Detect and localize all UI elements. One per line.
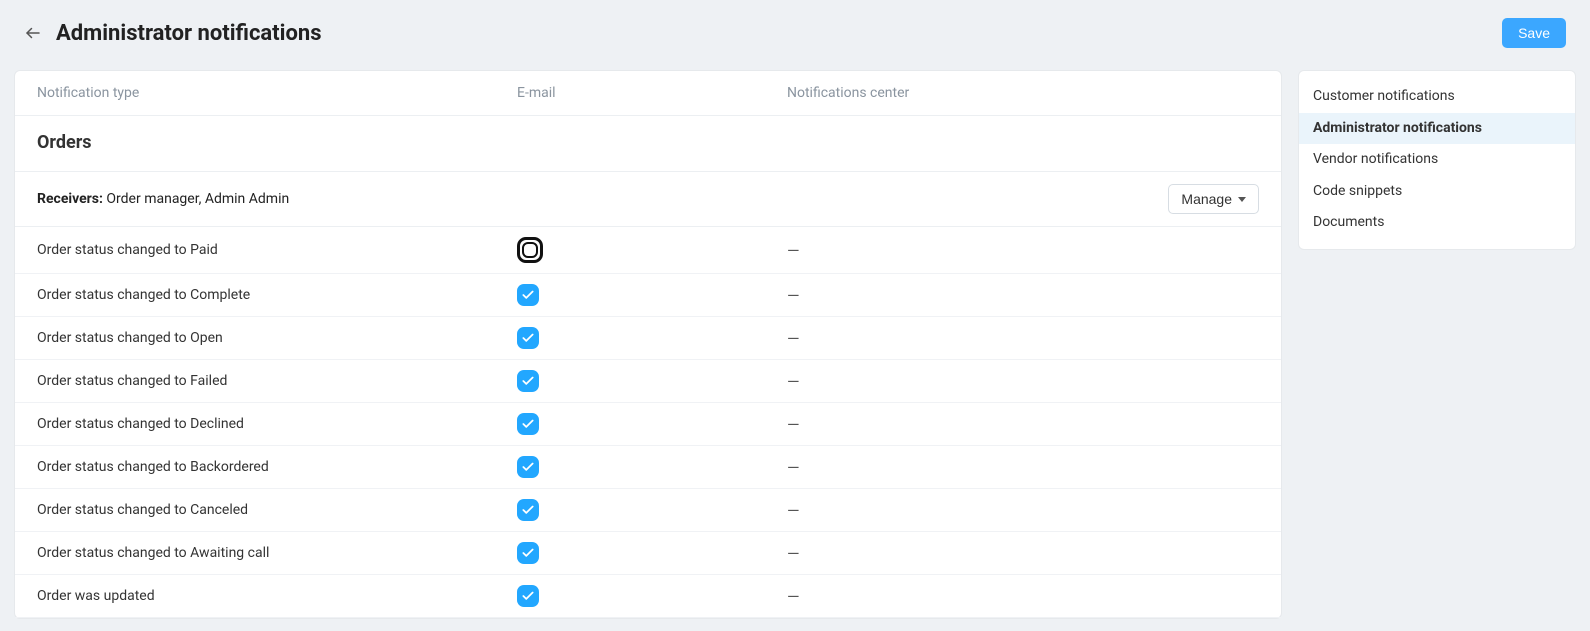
notifications-center-cell: — [787, 415, 1259, 434]
notification-label: Order was updated [37, 588, 517, 604]
email-cell [517, 370, 787, 392]
notification-label: Order status changed to Backordered [37, 459, 517, 475]
email-cell [517, 456, 787, 478]
email-checkbox-focused[interactable] [517, 237, 543, 263]
email-cell [517, 542, 787, 564]
email-cell [517, 499, 787, 521]
email-checkbox-checked[interactable] [517, 413, 539, 435]
sidebar-item[interactable]: Vendor notifications [1299, 144, 1575, 176]
notification-label: Order status changed to Declined [37, 416, 517, 432]
notifications-center-cell: — [787, 458, 1259, 477]
email-cell [517, 327, 787, 349]
notification-row: Order status changed to Complete — [15, 274, 1281, 317]
back-button[interactable] [24, 24, 42, 42]
receivers-row: Receivers: Order manager, Admin Admin Ma… [15, 172, 1281, 227]
manage-button[interactable]: Manage [1168, 184, 1259, 214]
notification-label: Order status changed to Paid [37, 242, 517, 258]
email-checkbox-checked[interactable] [517, 585, 539, 607]
notification-row: Order was updated — [15, 575, 1281, 618]
notifications-center-cell: — [787, 241, 1259, 260]
receivers-value: Order manager, Admin Admin [106, 191, 289, 207]
column-header-nc: Notifications center [787, 85, 1259, 101]
sidebar-item[interactable]: Customer notifications [1299, 81, 1575, 113]
email-cell [517, 284, 787, 306]
page-title: Administrator notifications [56, 21, 322, 46]
sidebar-item[interactable]: Administrator notifications [1299, 113, 1575, 145]
notifications-center-cell: — [787, 286, 1259, 305]
sidebar-panel: Customer notificationsAdministrator noti… [1298, 70, 1576, 250]
notifications-center-cell: — [787, 329, 1259, 348]
email-cell [517, 413, 787, 435]
notification-row: Order status changed to Awaiting call — [15, 532, 1281, 575]
email-checkbox-checked[interactable] [517, 327, 539, 349]
notification-row: Order status changed to Paid — [15, 227, 1281, 274]
column-header-email: E-mail [517, 85, 787, 101]
notifications-center-cell: — [787, 544, 1259, 563]
notifications-center-cell: — [787, 501, 1259, 520]
notification-label: Order status changed to Complete [37, 287, 517, 303]
sidebar-item[interactable]: Documents [1299, 207, 1575, 239]
page-header: Administrator notifications Save [14, 12, 1576, 58]
email-checkbox-checked[interactable] [517, 370, 539, 392]
notification-label: Order status changed to Awaiting call [37, 545, 517, 561]
notification-row: Order status changed to Open — [15, 317, 1281, 360]
notification-label: Order status changed to Open [37, 330, 517, 346]
manage-button-label: Manage [1181, 191, 1232, 207]
email-checkbox-checked[interactable] [517, 499, 539, 521]
table-header: Notification type E-mail Notifications c… [15, 71, 1281, 116]
notification-row: Order status changed to Declined — [15, 403, 1281, 446]
section-title-orders: Orders [15, 116, 1281, 172]
notification-row: Order status changed to Canceled — [15, 489, 1281, 532]
notification-label: Order status changed to Failed [37, 373, 517, 389]
notification-row: Order status changed to Failed — [15, 360, 1281, 403]
email-checkbox-checked[interactable] [517, 284, 539, 306]
save-button[interactable]: Save [1502, 18, 1566, 48]
email-checkbox-checked[interactable] [517, 456, 539, 478]
email-checkbox-checked[interactable] [517, 542, 539, 564]
email-cell [517, 585, 787, 607]
sidebar-item[interactable]: Code snippets [1299, 176, 1575, 208]
notifications-center-cell: — [787, 372, 1259, 391]
email-cell [517, 237, 787, 263]
notification-row: Order status changed to Backordered — [15, 446, 1281, 489]
receivers-label: Receivers: [37, 191, 103, 207]
chevron-down-icon [1238, 197, 1246, 202]
main-panel: Notification type E-mail Notifications c… [14, 70, 1282, 619]
column-header-type: Notification type [37, 85, 517, 101]
notification-label: Order status changed to Canceled [37, 502, 517, 518]
notifications-center-cell: — [787, 587, 1259, 606]
